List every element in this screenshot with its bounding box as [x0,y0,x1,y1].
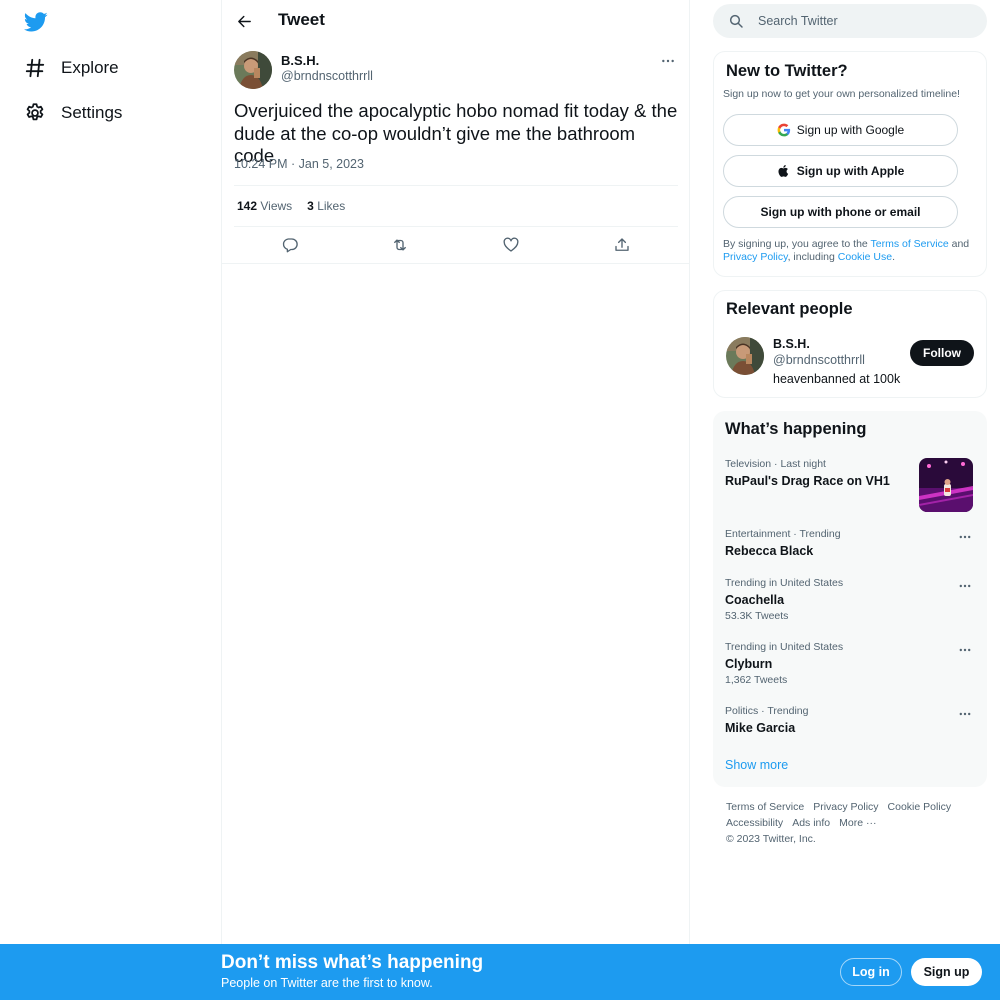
gear-icon [24,102,46,124]
footer-link-ads-info[interactable]: Ads info [792,817,830,829]
signup-google-label: Sign up with Google [796,123,905,137]
like-icon[interactable] [500,234,522,256]
nav-item-label: Settings [61,103,123,122]
retweet-icon[interactable] [389,234,411,256]
signup-phone-email-label: Sign up with phone or email [760,205,921,219]
search-icon [728,13,744,29]
trend-item[interactable]: Entertainment · Trending Rebecca Black [713,528,987,568]
footer-link-terms[interactable]: Terms of Service [726,801,804,813]
relevant-person-handle[interactable]: @brndnscotthrrll [773,353,865,367]
signup-google-button[interactable]: Sign up with Google [723,114,958,146]
avatar[interactable] [726,337,764,375]
likes-label: Likes [317,199,346,213]
google-icon [777,123,791,137]
signup-card: New to Twitter? Sign up now to get your … [713,51,987,277]
footer-links: Terms of Service Privacy Policy Cookie Pol… [726,799,976,847]
left-nav: Explore Settings [0,0,222,1000]
trend-item[interactable]: Trending in United States Clyburn 1,362 … [713,641,987,691]
tweet-actions [234,234,678,256]
relevant-person-bio: heavenbanned at 100k [773,372,901,386]
signup-banner: Don’t miss what’s happening People on Tw… [0,944,1000,1000]
views-count: 142 [237,199,258,213]
relevant-people-title: Relevant people [726,300,853,318]
signup-apple-label: Sign up with Apple [796,164,905,178]
trend-thumbnail[interactable] [919,458,973,512]
terms-text: By signing up, you agree to the [723,238,871,250]
banner-title: Don’t miss what’s happening [221,952,484,973]
signup-phone-email-button[interactable]: Sign up with phone or email [723,196,958,228]
trend-meta: Television · Last night [725,458,826,470]
main-column: Tweet B.S.H. @brndnscotthrrll Overjuiced… [222,0,690,1000]
hashtag-icon [24,57,46,79]
cookie-use-link[interactable]: Cookie Use [838,251,892,263]
signup-apple-button[interactable]: Sign up with Apple [723,155,958,187]
trend-name: Coachella [725,593,785,607]
terms-text: , including [787,251,838,263]
apple-icon [777,164,791,178]
likes-count: 3 [307,199,314,213]
trend-name: Clyburn [725,657,773,671]
nav-item-label: Explore [61,58,119,77]
trend-name: Rebecca Black [725,544,814,558]
follow-button[interactable]: Follow [910,340,974,366]
trend-meta: Entertainment · Trending [725,528,841,540]
copyright: © 2023 Twitter, Inc. [726,833,816,845]
trend-item[interactable]: Politics · Trending Mike Garcia [713,705,987,745]
more-options-icon[interactable] [658,52,678,70]
whats-happening-title: What’s happening [725,420,867,438]
trend-tweet-count: 1,362 Tweets [725,674,788,686]
tweet-timestamp[interactable]: 10:24 PM · Jan 5, 2023 [234,157,364,171]
trend-meta: Trending in United States [725,577,844,589]
tweet-stats: 142 Views 3 Likes [237,199,345,213]
trend-meta: Politics · Trending [725,705,809,717]
right-sidebar: New to Twitter? Sign up now to get your … [690,0,1000,1000]
twitter-bird-icon[interactable] [23,10,48,34]
author-name[interactable]: B.S.H. [281,53,319,68]
show-more-link[interactable]: Show more [725,758,788,772]
views-label: Views [260,199,293,213]
reply-icon[interactable] [279,234,301,256]
avatar[interactable] [234,51,272,89]
whats-happening-card: What’s happening Television · Last night… [713,411,987,787]
terms-text: . [892,251,895,263]
trend-name: Mike Garcia [725,721,796,735]
terms-text: and [948,238,970,250]
back-arrow-icon[interactable] [232,9,256,33]
divider [234,185,678,186]
search-input[interactable] [758,14,958,28]
signup-terms: By signing up, you agree to the Terms of… [723,238,979,264]
footer-link-cookie[interactable]: Cookie Policy [888,801,952,813]
nav-item-settings[interactable]: Settings [24,98,122,128]
more-options-icon[interactable] [956,579,974,593]
footer-link-accessibility[interactable]: Accessibility [726,817,783,829]
more-options-icon[interactable] [956,707,974,721]
footer-link-more[interactable]: More ··· [839,817,876,829]
privacy-policy-link[interactable]: Privacy Policy [723,251,788,263]
banner-subtitle: People on Twitter are the first to know. [221,976,433,990]
signup-card-subtitle: Sign up now to get your own personalized… [723,88,960,100]
search-bar[interactable] [713,4,987,38]
trend-meta: Trending in United States [725,641,844,653]
nav-item-explore[interactable]: Explore [24,53,119,83]
share-icon[interactable] [611,234,633,256]
footer-link-privacy[interactable]: Privacy Policy [813,801,878,813]
signup-card-title: New to Twitter? [726,62,848,80]
terms-of-service-link[interactable]: Terms of Service [871,238,949,250]
relevant-people-card: Relevant people B.S.H. @brndnscotthrrll … [713,290,987,398]
relevant-person-name[interactable]: B.S.H. [773,337,810,351]
divider [234,226,678,227]
trend-item[interactable]: Trending in United States Coachella 53.3… [713,577,987,627]
more-options-icon[interactable] [956,643,974,657]
trend-tweet-count: 53.3K Tweets [725,610,789,622]
divider [222,263,690,264]
signup-button[interactable]: Sign up [911,958,982,986]
more-options-icon[interactable] [956,530,974,544]
likes-stat[interactable]: 3 Likes [307,199,345,213]
page-title: Tweet [278,10,325,29]
tweet-header: Tweet [222,0,690,42]
trend-name: RuPaul's Drag Race on VH1 [725,474,890,488]
login-button[interactable]: Log in [840,958,902,986]
author-handle[interactable]: @brndnscotthrrll [281,69,373,83]
views-stat: 142 Views [237,199,292,213]
